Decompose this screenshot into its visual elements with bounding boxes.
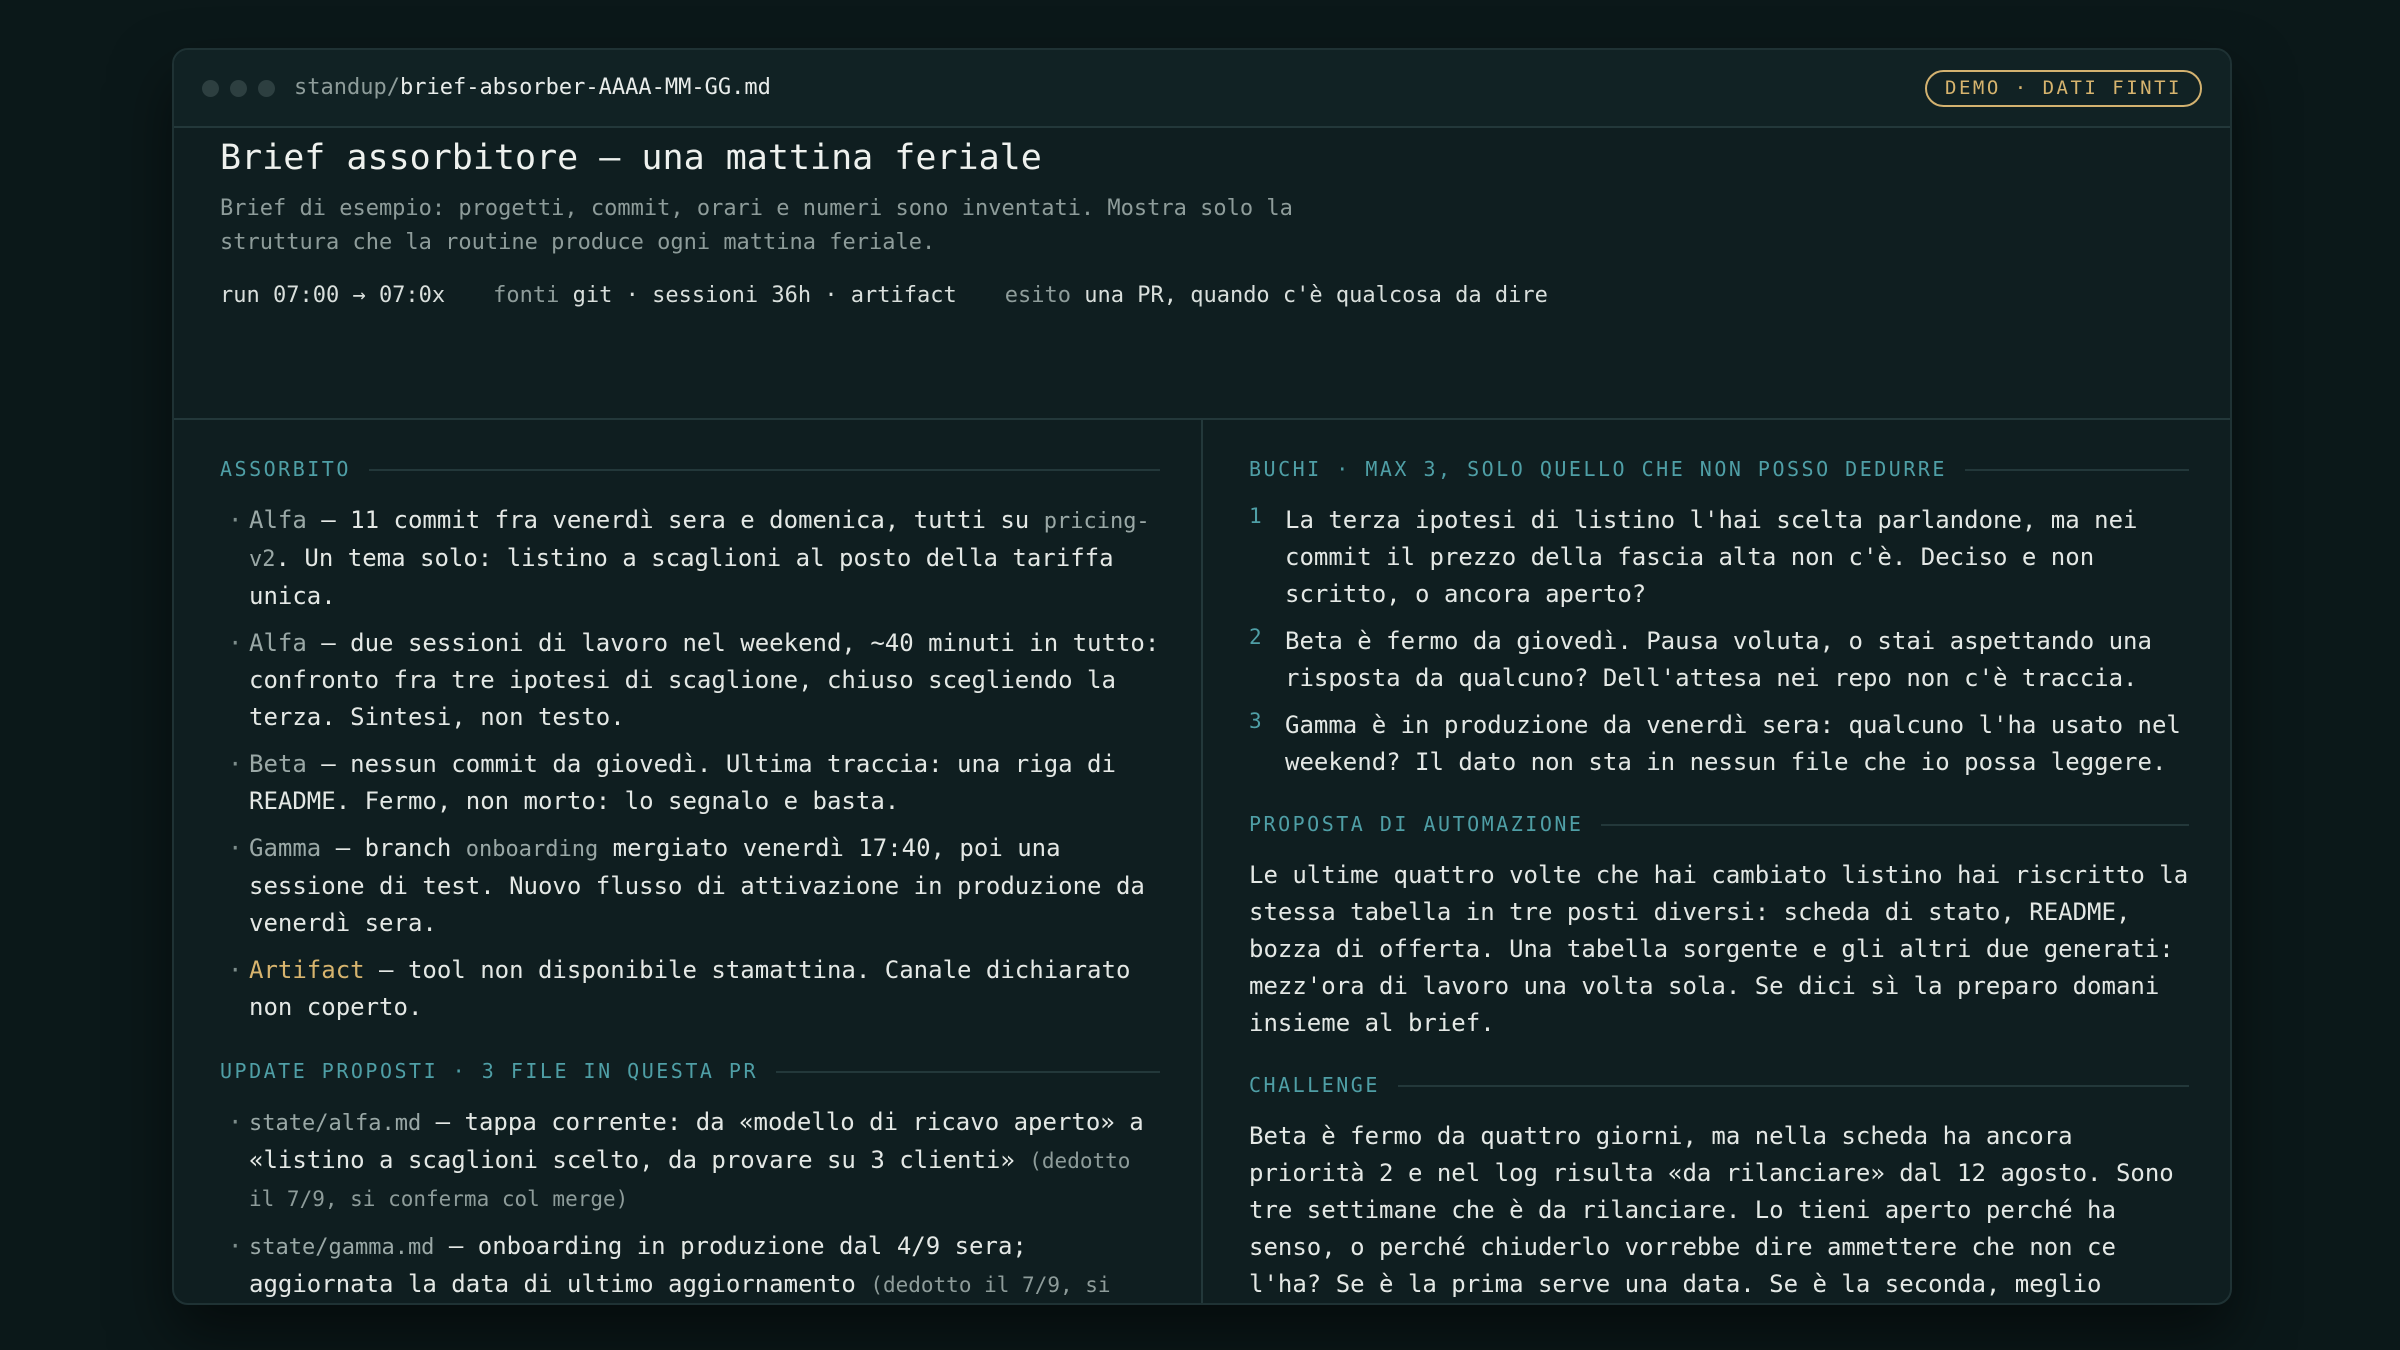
window-close-dot[interactable] bbox=[202, 80, 219, 97]
window-zoom-dot[interactable] bbox=[258, 80, 275, 97]
document-window: standup/brief-absorber-AAAA-MM-GG.md DEM… bbox=[172, 48, 2232, 1305]
section-gaps-heading: BUCHI · MAX 3, SOLO QUELLO CHE NON POSSO… bbox=[1249, 452, 2189, 486]
list-item: 1 La terza ipotesi di listino l'hai scelt… bbox=[1249, 502, 2189, 613]
section-absorbed-heading: ASSORBITO bbox=[220, 452, 1160, 486]
file-link[interactable]: state/alfa.md bbox=[249, 1111, 421, 1136]
demo-badge: DEMO · DATI FINTI bbox=[1925, 70, 2202, 107]
gaps-list: 1 La terza ipotesi di listino l'hai scelt… bbox=[1249, 502, 2189, 781]
file-link[interactable]: state/gamma.md bbox=[249, 1235, 434, 1260]
list-item: · Gamma — branch onboarding mergiato vene… bbox=[228, 834, 1145, 937]
project-name: Alfa bbox=[249, 629, 307, 657]
left-column: ASSORBITO · Alfa — 11 commit fra venerdì … bbox=[220, 420, 1160, 1303]
list-item: · state/gamma.md — onboarding in produzio… bbox=[220, 1228, 1160, 1303]
project-name: Gamma bbox=[249, 834, 322, 862]
run-meta: run 07:00 → 07:0x fonti git · sessioni 36… bbox=[220, 280, 1548, 312]
page-subtitle: Brief di esempio: progetti, commit, orar… bbox=[220, 196, 1293, 255]
list-item: · Alfa — 11 commit fra venerdì sera e dom… bbox=[228, 506, 1150, 610]
item-number: 2 bbox=[1249, 625, 1262, 649]
section-automation-heading: PROPOSTA DI AUTOMAZIONE bbox=[1249, 807, 2189, 841]
right-column: BUCHI · MAX 3, SOLO QUELLO CHE NON POSSO… bbox=[1249, 420, 2189, 1303]
list-item: · state/alfa.md — tappa corrente: da «mod… bbox=[228, 1108, 1144, 1211]
column-divider bbox=[1201, 420, 1203, 1303]
updates-list: · state/alfa.md — tappa corrente: da «mod… bbox=[220, 1104, 1160, 1303]
absorbed-list: · Alfa — 11 commit fra venerdì sera e dom… bbox=[220, 502, 1160, 1026]
branch-code: onboarding bbox=[465, 837, 599, 862]
window-minimize-dot[interactable] bbox=[230, 80, 247, 97]
meta-fonti-value: git · sessioni 36h · artifact bbox=[572, 283, 957, 308]
titlebar: standup/brief-absorber-AAAA-MM-GG.md DEM… bbox=[174, 50, 2230, 128]
list-item: · Artifact — tool non disponibile stamatt… bbox=[228, 956, 1131, 1021]
file-path-prefix: standup/ bbox=[294, 75, 400, 100]
page-title: Brief assorbitore — una mattina feriale bbox=[220, 138, 1042, 178]
file-path-name: brief-absorber-AAAA-MM-GG.md bbox=[399, 75, 771, 100]
file-path: standup/brief-absorber-AAAA-MM-GG.md bbox=[294, 72, 771, 104]
list-item: 2 Beta è fermo da giovedì. Pausa voluta, … bbox=[1249, 623, 2189, 697]
meta-run: run 07:00 → 07:0x bbox=[220, 283, 446, 308]
challenge-text: Beta è fermo da quattro giorni, ma nella… bbox=[1249, 1122, 2174, 1298]
automation-text: Le ultime quattro volte che hai cambiato… bbox=[1249, 861, 2189, 1037]
meta-fonti-key: fonti bbox=[493, 283, 560, 308]
item-number: 1 bbox=[1249, 504, 1262, 528]
section-challenge-heading: CHALLENGE bbox=[1249, 1068, 2189, 1102]
project-name: Beta bbox=[249, 750, 307, 778]
meta-esito-value: una PR, quando c'è qualcosa da dire bbox=[1084, 283, 1548, 308]
item-number: 3 bbox=[1249, 709, 1262, 733]
section-updates-heading: UPDATE PROPOSTI · 3 FILE IN QUESTA PR bbox=[220, 1054, 1160, 1088]
list-item: 3 Gamma è in produzione da venerdì sera: … bbox=[1249, 707, 2189, 781]
list-item: · Beta — nessun commit da giovedì. Ultima… bbox=[228, 750, 1116, 815]
project-name: Alfa bbox=[249, 506, 307, 534]
list-item: · Alfa — due sessioni di lavoro nel weeke… bbox=[228, 629, 1160, 731]
project-name: Artifact bbox=[249, 956, 365, 984]
meta-esito-key: esito bbox=[1004, 283, 1071, 308]
